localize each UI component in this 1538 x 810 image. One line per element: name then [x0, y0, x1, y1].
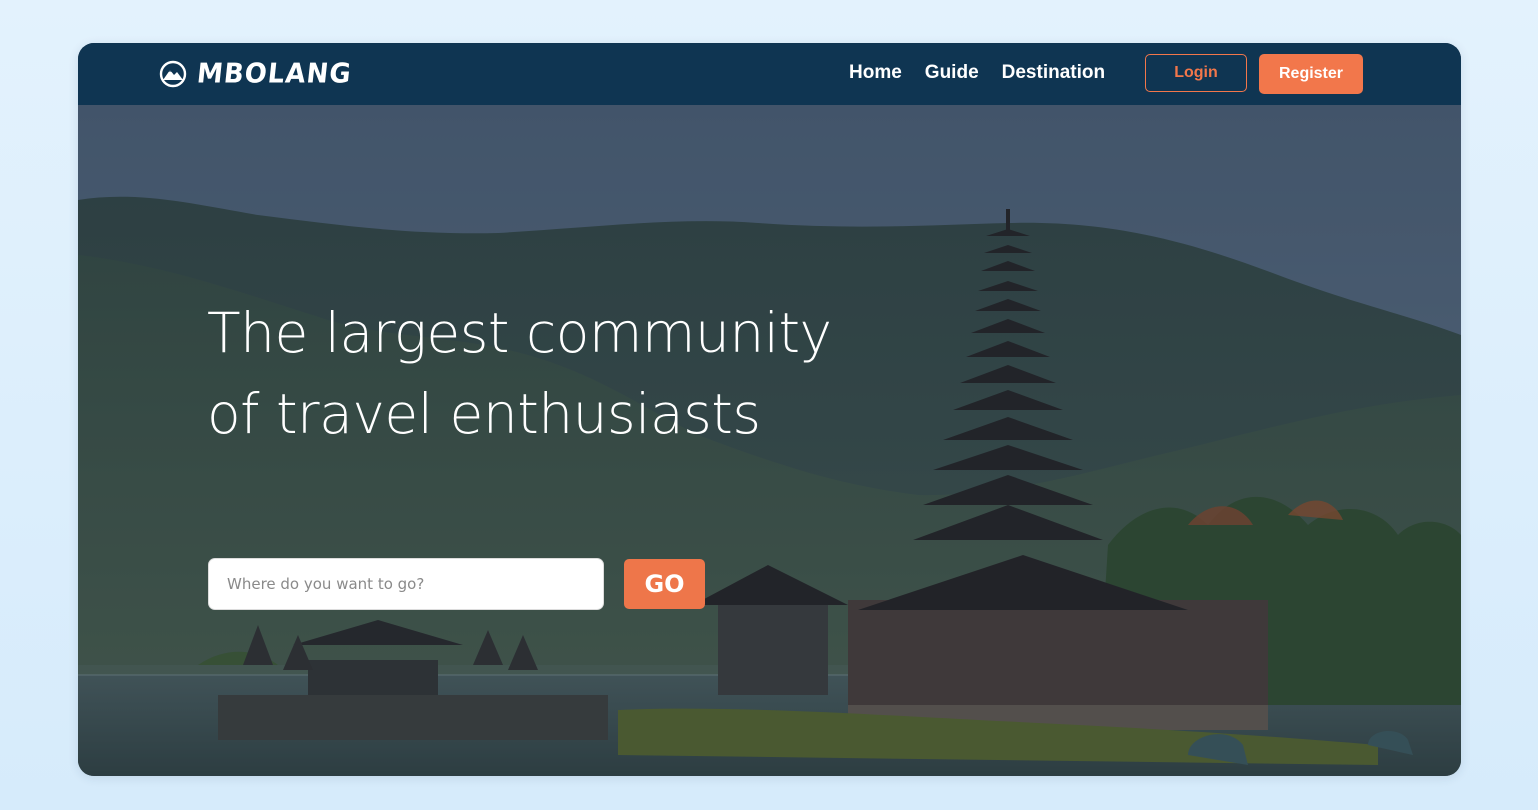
go-button[interactable]: GO [624, 559, 705, 609]
browser-frame: MBOLANG Home Guide Destination Login Reg… [78, 43, 1461, 776]
hero-headline: The largest community of travel enthusia… [207, 293, 967, 455]
hero-headline-line-2: of travel enthusiasts [207, 382, 761, 446]
nav-links: Home Guide Destination [849, 62, 1105, 84]
destination-search-input[interactable] [208, 558, 604, 610]
nav-link-home[interactable]: Home [849, 62, 902, 84]
brand-logo[interactable]: MBOLANG [159, 58, 354, 90]
register-button[interactable]: Register [1259, 54, 1363, 94]
nav-link-guide[interactable]: Guide [925, 62, 979, 84]
hero-headline-line-1: The largest community [207, 301, 832, 365]
nav-link-destination[interactable]: Destination [1002, 62, 1105, 84]
brand-name: MBOLANG [195, 58, 354, 90]
navbar: MBOLANG Home Guide Destination Login Reg… [78, 43, 1461, 105]
mountain-circle-icon [159, 60, 187, 88]
hero-section: The largest community of travel enthusia… [78, 105, 1461, 776]
login-button[interactable]: Login [1145, 54, 1247, 92]
